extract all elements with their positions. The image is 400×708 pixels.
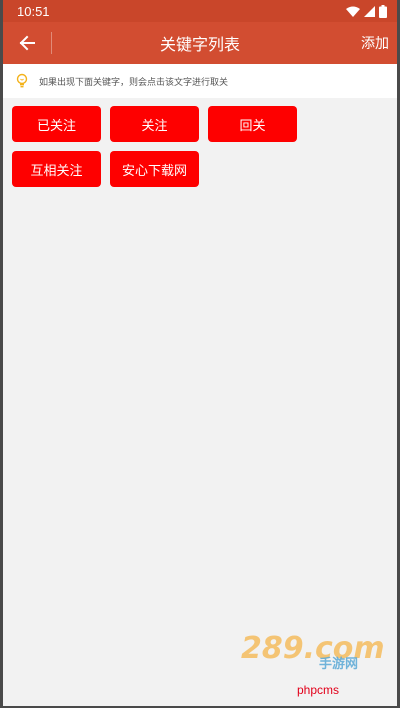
signal-icon: [364, 5, 375, 17]
watermark-logo-text: 289.com: [241, 631, 384, 666]
keyword-label: 已关注: [36, 118, 76, 134]
keyword-label: 互相关注: [30, 163, 83, 179]
keyword-chip[interactable]: 回关: [208, 106, 297, 142]
wifi-icon: [346, 6, 360, 17]
keyword-label: 安心下载网: [121, 163, 187, 179]
status-icons: [346, 4, 387, 18]
keyword-label: 回关: [239, 118, 266, 134]
back-button[interactable]: [3, 22, 51, 64]
keyword-list: 已关注 关注 回关 互相关注 安心下载网: [3, 98, 397, 187]
keyword-chip[interactable]: 关注: [110, 106, 199, 142]
appbar-divider: [51, 32, 52, 54]
page-title: 关键字列表: [159, 35, 240, 54]
hint-text: 如果出现下面关键字，则会点击该文字进行取关: [39, 77, 229, 88]
app-bar: 关键字列表 添加: [3, 22, 397, 64]
status-time: 10:51: [17, 3, 50, 19]
keyword-chip[interactable]: 安心下载网: [110, 151, 199, 187]
watermark-logo: 289.com 手游网: [241, 631, 384, 670]
status-bar: 10:51: [3, 0, 397, 22]
lightbulb-icon: [16, 73, 28, 88]
add-button[interactable]: 添加: [361, 33, 389, 53]
hint-banner: 如果出现下面关键字，则会点击该文字进行取关: [3, 64, 397, 98]
keyword-chip[interactable]: 互相关注: [12, 151, 101, 187]
app-frame: 10:51 关键字列表 添加 如果出现下面关键字，则会点击该文字进行取关 已关注…: [0, 0, 400, 708]
keyword-chip[interactable]: 已关注: [12, 106, 101, 142]
watermark-text: phpcms: [297, 683, 340, 697]
watermark-logo-sub: 手游网: [319, 656, 358, 670]
battery-icon: [379, 4, 387, 18]
keyword-label: 关注: [141, 118, 168, 134]
arrow-left-icon: [19, 35, 35, 51]
